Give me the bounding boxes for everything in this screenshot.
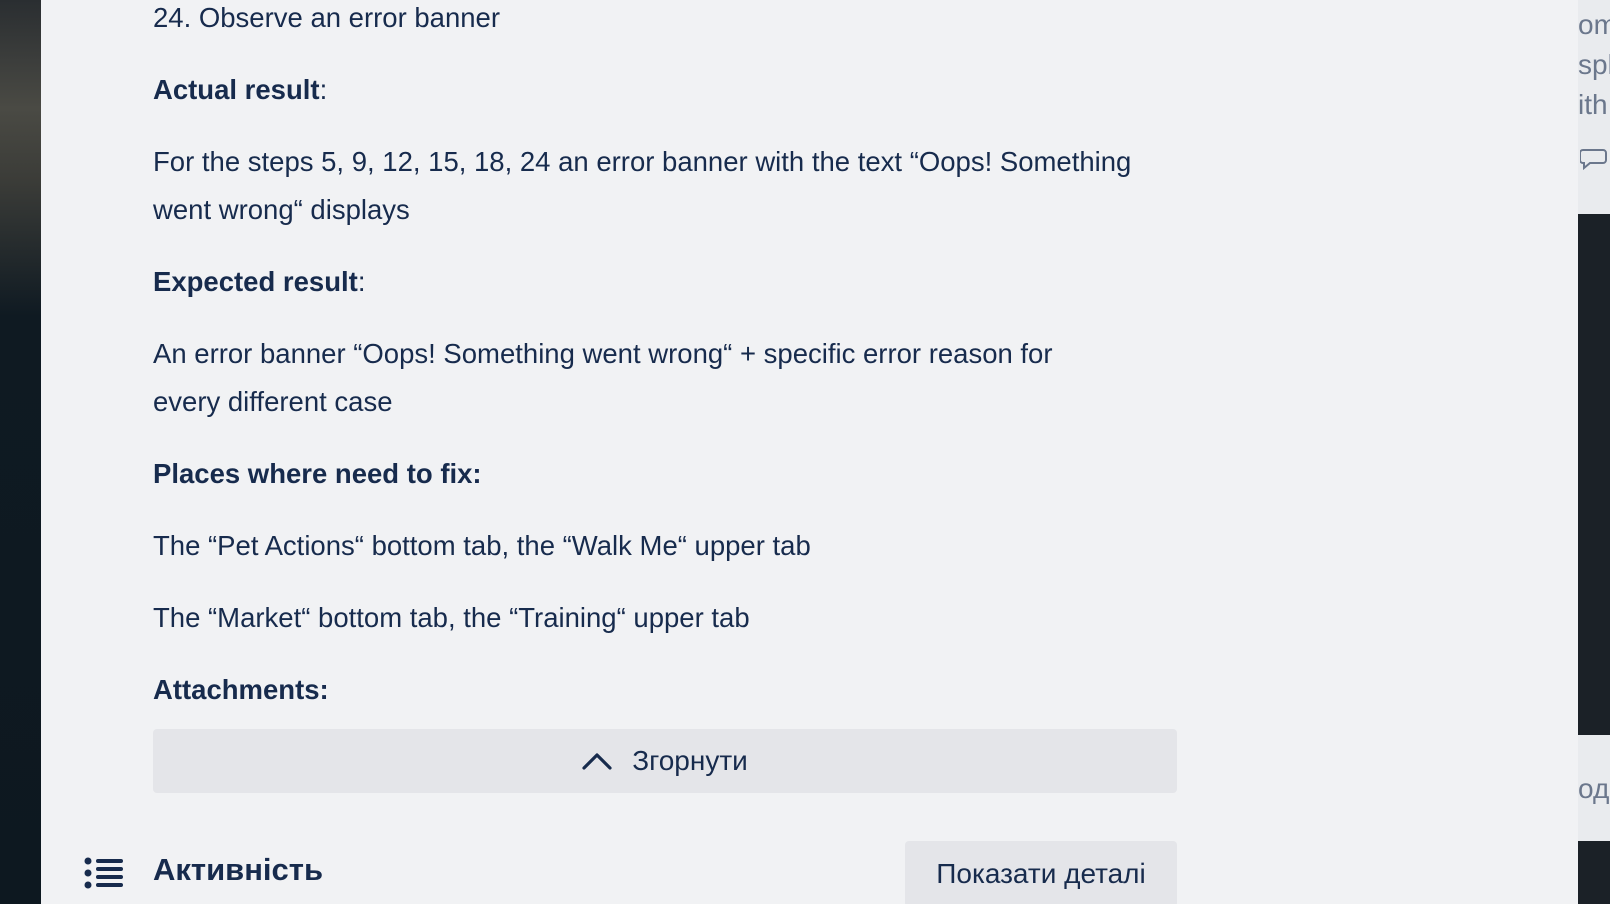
colon: : xyxy=(319,74,328,105)
show-details-button[interactable]: Показати деталі xyxy=(905,841,1177,904)
background-text-fragment: ith xyxy=(1578,89,1608,120)
list-icon xyxy=(84,857,123,889)
comment-icon xyxy=(1580,149,1607,170)
collapse-button-label: Згорнути xyxy=(632,745,748,776)
background-text-fragment: om xyxy=(1578,9,1610,40)
colon: : xyxy=(357,266,366,297)
chevron-up-icon xyxy=(582,753,612,770)
actual-result-label: Actual result xyxy=(153,74,320,105)
background-text-fragment: ода xyxy=(1578,773,1610,804)
background-left xyxy=(0,0,41,904)
attachments-heading: Attachments: xyxy=(153,674,329,705)
actual-result-text-line-1: For the steps 5, 9, 12, 15, 18, 24 an er… xyxy=(153,146,1132,177)
background-text-fragment: spl xyxy=(1578,49,1610,80)
actual-result-heading: Actual result: xyxy=(153,66,327,114)
expected-result-text-line-2: every different case xyxy=(153,386,393,417)
expected-result-heading: Expected result: xyxy=(153,258,365,306)
actual-result-text-line-2: went wrong“ displays xyxy=(153,194,410,225)
activity-title: Активність xyxy=(153,852,324,887)
places-to-fix-heading: Places where need to fix: xyxy=(153,458,482,489)
place-to-fix-item: The “Market“ bottom tab, the “Training“ … xyxy=(153,602,750,633)
background-card-right: om spl ith xyxy=(1578,0,1610,214)
step-text: 24. Observe an error banner xyxy=(153,2,500,33)
card-detail-modal: 24. Observe an error banner Actual resul… xyxy=(41,0,1578,904)
background-card-right-lower: ода xyxy=(1578,735,1610,841)
collapse-description-button[interactable]: Згорнути xyxy=(153,729,1177,793)
place-to-fix-item: The “Pet Actions“ bottom tab, the “Walk … xyxy=(153,530,811,561)
expected-result-label: Expected result xyxy=(153,266,358,297)
expected-result-text-line-1: An error banner “Oops! Something went wr… xyxy=(153,338,1053,369)
